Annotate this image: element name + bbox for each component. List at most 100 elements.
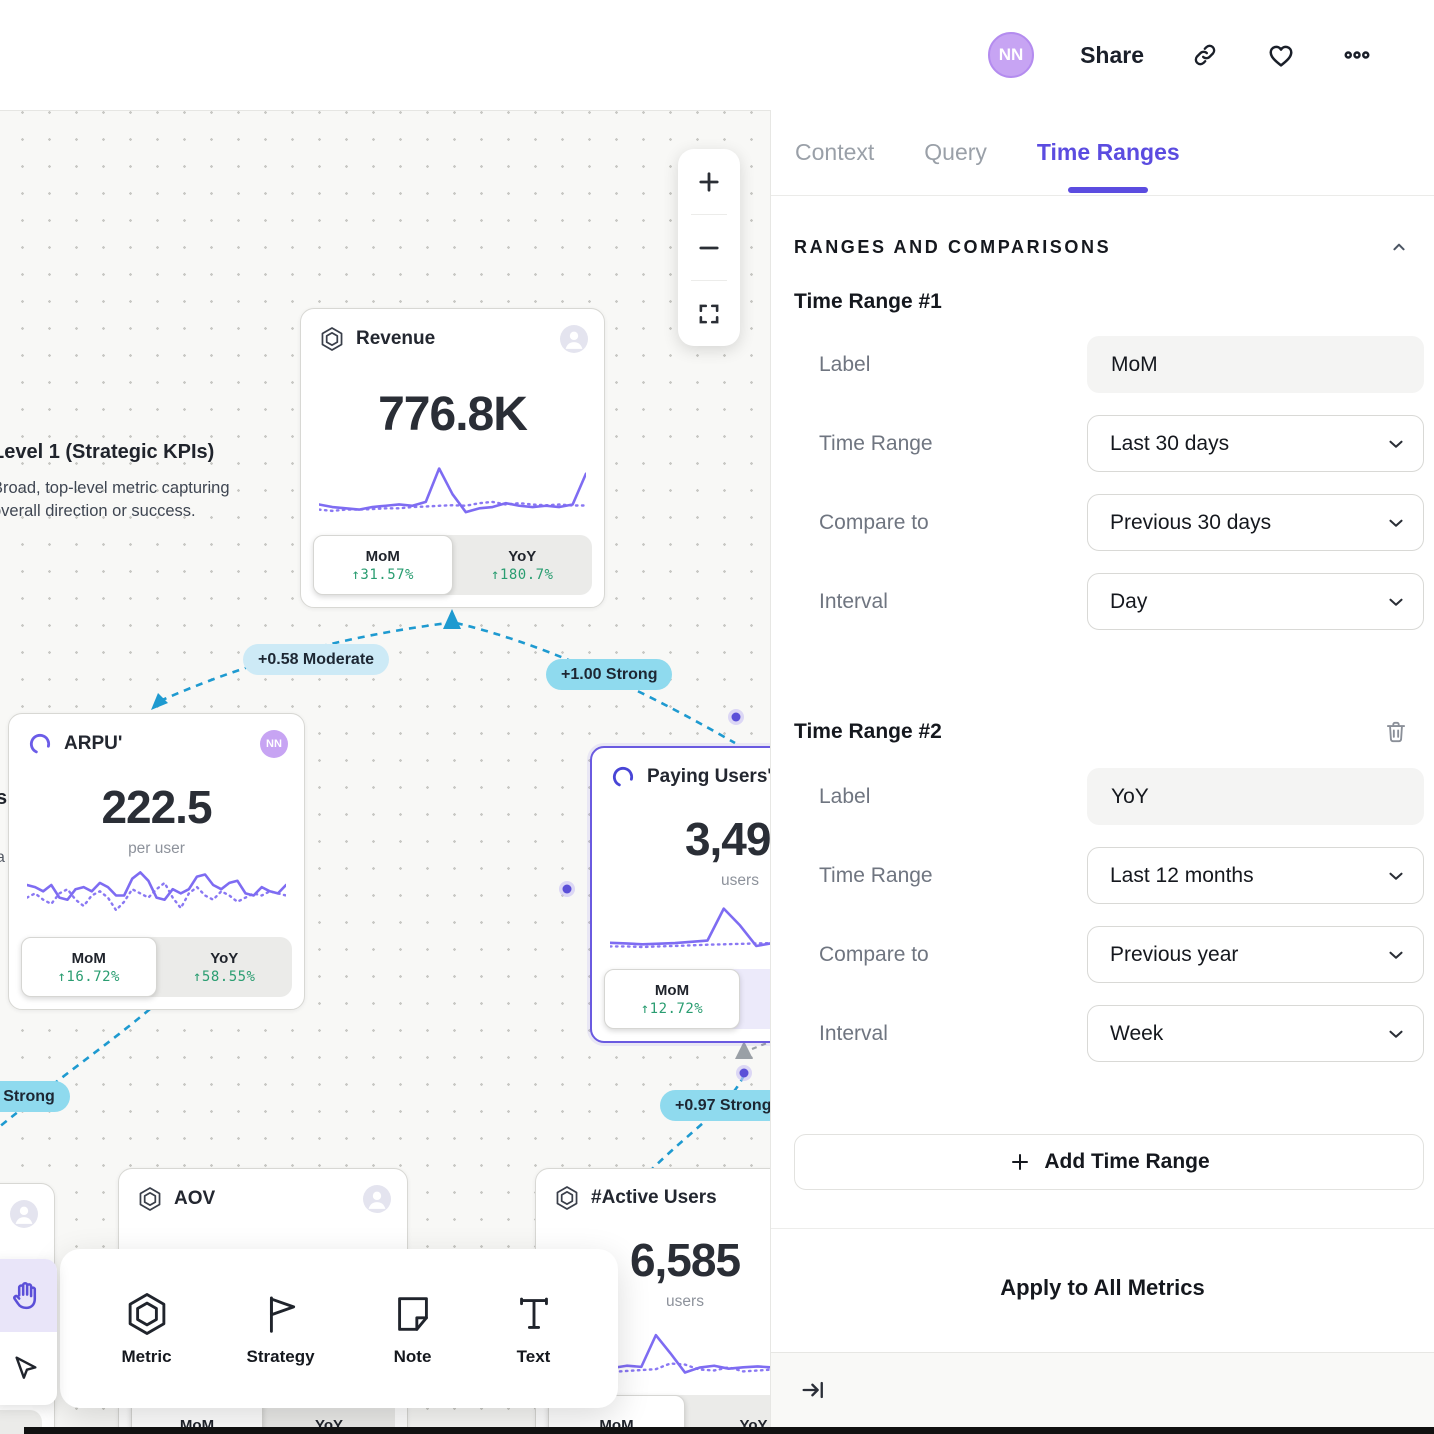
metric-unit: users bbox=[592, 872, 770, 890]
metric-card-revenue[interactable]: Revenue 776.8K MoM ↑31.57% YoY ↑180.7% bbox=[300, 308, 605, 608]
zoom-in-button[interactable] bbox=[678, 149, 740, 214]
zoom-controls bbox=[678, 149, 740, 346]
metric-card-arpu[interactable]: ARPU' NN 222.5 per user MoM ↑16.72% YoY … bbox=[8, 713, 305, 1010]
card-title: Paying Users' bbox=[647, 766, 770, 788]
add-time-range-button[interactable]: Add Time Range bbox=[794, 1134, 1424, 1190]
card-title: Revenue bbox=[356, 328, 549, 350]
field-row-time-range: Time Range Last 30 days bbox=[794, 415, 1424, 472]
correlation-badge[interactable]: 66 Strong bbox=[0, 1081, 70, 1112]
correlation-badge[interactable]: +1.00 Strong bbox=[546, 659, 672, 690]
toggle-yoy[interactable]: YoY ↑180.7% bbox=[453, 535, 593, 595]
app-window: NN Share bbox=[0, 0, 1434, 1434]
sparkline-chart bbox=[319, 448, 586, 525]
interval-select[interactable]: Week bbox=[1087, 1005, 1424, 1062]
sparkline-chart bbox=[610, 896, 770, 959]
apply-all-metrics-button[interactable]: Apply to All Metrics bbox=[771, 1275, 1434, 1301]
tab-time-ranges[interactable]: Time Ranges bbox=[1037, 110, 1180, 195]
loading-arc-icon bbox=[610, 764, 636, 790]
compare-to-select[interactable]: Previous year bbox=[1087, 926, 1424, 983]
add-note-button[interactable]: Note bbox=[390, 1291, 436, 1367]
toggle-mom[interactable]: MoM ↑31.57% bbox=[313, 535, 453, 595]
person-avatar-icon bbox=[363, 1185, 391, 1213]
label-input[interactable] bbox=[1087, 768, 1424, 825]
field-row-interval: Interval Day bbox=[794, 573, 1424, 630]
metric-hexagon-icon bbox=[554, 1185, 580, 1211]
toggle-mom[interactable]: MoM ↑12.72% bbox=[604, 969, 740, 1029]
time-range-select[interactable]: Last 12 months bbox=[1087, 847, 1424, 904]
interval-select[interactable]: Day bbox=[1087, 573, 1424, 630]
tool-rail bbox=[0, 1259, 57, 1405]
field-row-label: Label bbox=[794, 768, 1424, 825]
metric-hexagon-icon bbox=[319, 326, 345, 352]
field-label: Time Range bbox=[794, 432, 1087, 456]
clipped-text-fragment: s bbox=[0, 787, 7, 810]
tab-context[interactable]: Context bbox=[795, 110, 874, 195]
chevron-down-icon bbox=[1385, 591, 1407, 613]
correlation-badge[interactable]: +0.58 Moderate bbox=[243, 644, 389, 675]
favorite-heart-icon[interactable] bbox=[1266, 40, 1296, 70]
time-range-2-header: Time Range #2 bbox=[794, 718, 1410, 746]
metric-value: 776.8K bbox=[301, 387, 604, 442]
panel-footer bbox=[771, 1352, 1434, 1427]
select-cursor-icon bbox=[10, 1353, 42, 1385]
time-range-select[interactable]: Last 30 days bbox=[1087, 415, 1424, 472]
field-label: Label bbox=[794, 353, 1087, 377]
share-button[interactable]: Share bbox=[1080, 42, 1144, 69]
mom-change: ↑31.57% bbox=[351, 567, 414, 583]
correlation-badge[interactable]: +0.97 Strong bbox=[660, 1090, 770, 1121]
section-ranges-and-comparisons[interactable]: RANGES AND COMPARISONS bbox=[794, 236, 1410, 258]
select-tool-button[interactable] bbox=[0, 1332, 57, 1405]
loading-arc-icon bbox=[27, 731, 53, 757]
note-icon bbox=[390, 1291, 436, 1337]
section-title: RANGES AND COMPARISONS bbox=[794, 237, 1111, 258]
divider bbox=[771, 1228, 1434, 1229]
person-avatar-icon bbox=[560, 325, 588, 353]
mom-change: ↑12.72% bbox=[641, 1001, 704, 1017]
toggle-yoy[interactable] bbox=[740, 969, 770, 1029]
side-panel: Context Query Time Ranges RANGES AND COM… bbox=[770, 110, 1434, 1434]
metric-tree-canvas[interactable]: Level 1 (Strategic KPIs) Broad, top-leve… bbox=[0, 110, 770, 1434]
chevron-down-icon bbox=[1385, 433, 1407, 455]
panel-tabs: Context Query Time Ranges bbox=[771, 110, 1434, 196]
plus-icon bbox=[1008, 1150, 1032, 1174]
hand-tool-button[interactable] bbox=[0, 1259, 57, 1332]
field-label: Compare to bbox=[794, 511, 1087, 535]
strategy-flag-icon bbox=[258, 1291, 304, 1337]
chevron-down-icon bbox=[1385, 1023, 1407, 1045]
clipped-text-fragment: a bbox=[0, 849, 5, 867]
field-label: Interval bbox=[794, 590, 1087, 614]
delete-time-range-button[interactable] bbox=[1382, 718, 1410, 746]
field-row-compare-to: Compare to Previous 30 days bbox=[794, 494, 1424, 551]
timerange-toggle: MoM ↑31.57% YoY ↑180.7% bbox=[313, 535, 592, 595]
metric-value: 222.5 bbox=[9, 780, 304, 834]
metric-card-paying-users[interactable]: Paying Users' 3,495 users MoM ↑12.72% bbox=[590, 746, 770, 1043]
card-title: AOV bbox=[174, 1188, 352, 1210]
field-row-time-range: Time Range Last 12 months bbox=[794, 847, 1424, 904]
tab-query[interactable]: Query bbox=[924, 110, 987, 195]
person-avatar-icon bbox=[10, 1200, 38, 1228]
time-range-title: Time Range #1 bbox=[794, 290, 942, 314]
add-metric-button[interactable]: Metric bbox=[121, 1291, 171, 1367]
toggle-yoy[interactable]: YoY ↑58.55% bbox=[157, 937, 293, 997]
zoom-out-button[interactable] bbox=[678, 215, 740, 280]
link-icon[interactable] bbox=[1190, 40, 1220, 70]
compare-to-select[interactable]: Previous 30 days bbox=[1087, 494, 1424, 551]
time-range-title: Time Range #2 bbox=[794, 720, 942, 744]
mom-change: ↑16.72% bbox=[57, 969, 120, 985]
more-options-icon[interactable] bbox=[1342, 40, 1372, 70]
text-icon bbox=[511, 1291, 557, 1337]
chevron-down-icon bbox=[1385, 944, 1407, 966]
trash-icon bbox=[1383, 719, 1409, 745]
toggle-mom[interactable]: MoM ↑16.72% bbox=[21, 937, 157, 997]
timerange-toggle: MoM ↑12.72% bbox=[604, 969, 770, 1029]
avatar[interactable]: NN bbox=[988, 32, 1034, 78]
card-title: #Active Users bbox=[591, 1187, 770, 1209]
collapse-panel-icon bbox=[799, 1376, 827, 1404]
collapse-panel-button[interactable] bbox=[799, 1376, 827, 1404]
add-strategy-button[interactable]: Strategy bbox=[247, 1291, 315, 1367]
fit-view-button[interactable] bbox=[678, 281, 740, 346]
sparkline-chart bbox=[27, 864, 286, 927]
canvas-note-level1[interactable]: Level 1 (Strategic KPIs) Broad, top-leve… bbox=[0, 441, 262, 523]
label-input[interactable] bbox=[1087, 336, 1424, 393]
add-text-button[interactable]: Text bbox=[511, 1291, 557, 1367]
